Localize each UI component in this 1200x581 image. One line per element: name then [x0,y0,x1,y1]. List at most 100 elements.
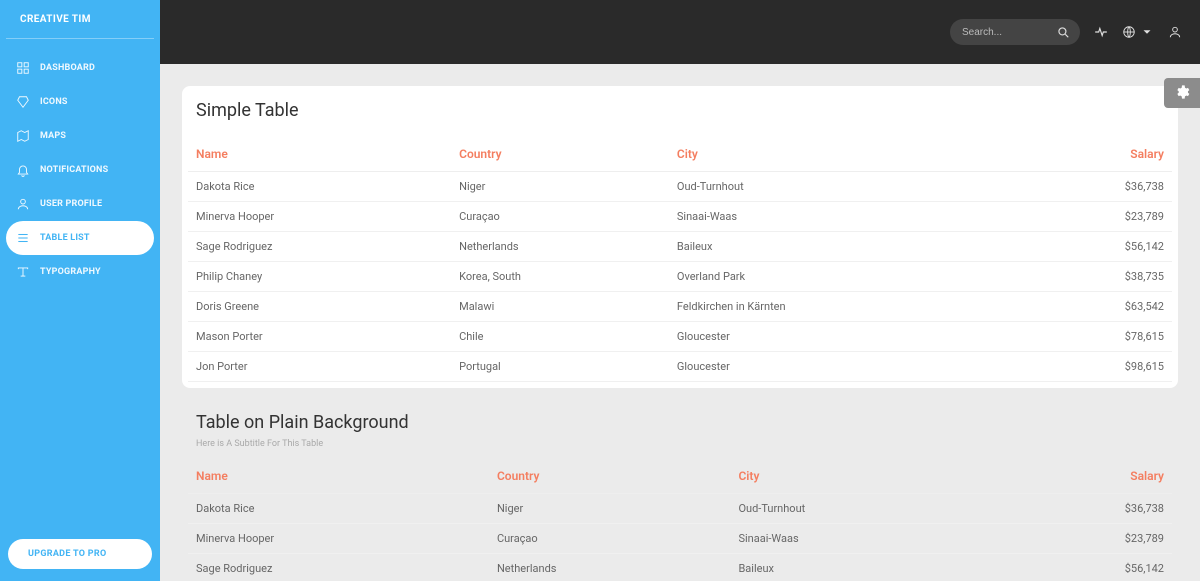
cell-salary: $98,615 [1017,352,1172,382]
cell-country: Curaçao [489,524,731,554]
cell-country: Korea, South [451,262,669,292]
cell-salary: $36,738 [1017,172,1172,202]
cell-country: Niger [489,494,731,524]
search-icon[interactable] [1056,25,1070,39]
sidebar-item-label: USER PROFILE [40,199,102,209]
search-group[interactable] [950,19,1080,45]
card-title: Table on Plain Background [188,412,1172,439]
sidebar: CREATIVE TIM DASHBOARD ICONS MAPS [0,0,160,581]
plain-table-card: Table on Plain Background Here is A Subt… [182,412,1178,581]
sidebar-item-label: ICONS [40,97,68,107]
table-row: Mason PorterChileGloucester$78,615 [188,322,1172,352]
sidebar-item-maps[interactable]: MAPS [6,119,154,153]
content: Simple Table Name Country City Salary Da… [160,64,1200,581]
gear-icon [1174,84,1190,103]
cell-salary: $36,738 [995,494,1172,524]
cell-city: Feldkirchen in Kärnten [669,292,1018,322]
settings-fab[interactable] [1164,78,1200,108]
cell-name: Jon Porter [188,352,451,382]
sidebar-item-label: DASHBOARD [40,63,95,73]
table-row: Sage RodriguezNetherlandsBaileux$56,142 [188,554,1172,581]
activity-icon[interactable] [1094,25,1108,39]
cell-name: Doris Greene [188,292,451,322]
cell-city: Baileux [730,554,995,581]
cell-salary: $23,789 [1017,202,1172,232]
cell-salary: $56,142 [1017,232,1172,262]
account-icon[interactable] [1168,25,1182,39]
cell-country: Netherlands [489,554,731,581]
cell-city: Oud-Turnhout [669,172,1018,202]
cell-salary: $38,735 [1017,262,1172,292]
sidebar-item-notifications[interactable]: NOTIFICATIONS [6,153,154,187]
sidebar-nav: DASHBOARD ICONS MAPS NOTIFICATIONS [6,51,154,289]
cell-city: Gloucester [669,322,1018,352]
cell-city: Overland Park [669,262,1018,292]
cell-country: Malawi [451,292,669,322]
col-country: Country [451,137,669,172]
sidebar-item-label: TABLE LIST [40,233,90,243]
cell-city: Oud-Turnhout [730,494,995,524]
cell-name: Sage Rodriguez [188,554,489,581]
cell-salary: $63,542 [1017,292,1172,322]
table-row: Sage RodriguezNetherlandsBaileux$56,142 [188,232,1172,262]
cell-name: Dakota Rice [188,494,489,524]
sidebar-item-icons[interactable]: ICONS [6,85,154,119]
cell-country: Chile [451,322,669,352]
sidebar-item-user-profile[interactable]: USER PROFILE [6,187,154,221]
sidebar-item-typography[interactable]: TYPOGRAPHY [6,255,154,289]
plain-table: Name Country City Salary Dakota RiceNige… [188,459,1172,581]
sidebar-item-dashboard[interactable]: DASHBOARD [6,51,154,85]
table-row: Doris GreeneMalawiFeldkirchen in Kärnten… [188,292,1172,322]
diamond-icon [16,95,30,109]
cell-country: Niger [451,172,669,202]
cell-salary: $23,789 [995,524,1172,554]
cell-city: Gloucester [669,352,1018,382]
cell-city: Baileux [669,232,1018,262]
table-row: Jon PorterPortugalGloucester$98,615 [188,352,1172,382]
upgrade-button[interactable]: UPGRADE TO PRO [8,539,152,569]
bell-icon [16,163,30,177]
cell-name: Dakota Rice [188,172,451,202]
table-row: Dakota RiceNigerOud-Turnhout$36,738 [188,494,1172,524]
col-salary: Salary [1017,137,1172,172]
cell-salary: $56,142 [995,554,1172,581]
col-city: City [669,137,1018,172]
col-country: Country [489,459,731,494]
topbar [160,0,1200,64]
search-input[interactable] [962,27,1056,38]
cell-country: Portugal [451,352,669,382]
table-row: Dakota RiceNigerOud-Turnhout$36,738 [188,172,1172,202]
sidebar-item-table-list[interactable]: TABLE LIST [6,221,154,255]
main: Simple Table Name Country City Salary Da… [160,0,1200,581]
table-row: Minerva HooperCuraçaoSinaai-Waas$23,789 [188,202,1172,232]
cell-name: Minerva Hooper [188,524,489,554]
simple-table: Name Country City Salary Dakota RiceNige… [188,137,1172,382]
cell-city: Sinaai-Waas [730,524,995,554]
cell-country: Netherlands [451,232,669,262]
dashboard-icon [16,61,30,75]
upgrade-label: UPGRADE TO PRO [28,549,106,559]
card-title: Simple Table [188,100,1172,127]
chevron-down-icon [1140,25,1154,39]
sidebar-item-label: NOTIFICATIONS [40,165,108,175]
sidebar-item-label: TYPOGRAPHY [40,267,101,277]
list-icon [16,231,30,245]
globe-dropdown[interactable] [1122,25,1154,39]
col-name: Name [188,137,451,172]
col-salary: Salary [995,459,1172,494]
col-name: Name [188,459,489,494]
cell-name: Minerva Hooper [188,202,451,232]
cell-name: Sage Rodriguez [188,232,451,262]
type-icon [16,265,30,279]
sidebar-item-label: MAPS [40,131,66,141]
brand-name: CREATIVE TIM [20,14,91,25]
map-icon [16,129,30,143]
cell-country: Curaçao [451,202,669,232]
brand[interactable]: CREATIVE TIM [6,10,154,39]
cell-salary: $78,615 [1017,322,1172,352]
table-row: Minerva HooperCuraçaoSinaai-Waas$23,789 [188,524,1172,554]
cell-name: Philip Chaney [188,262,451,292]
card-subtitle: Here is A Subtitle For This Table [188,439,1172,449]
cell-city: Sinaai-Waas [669,202,1018,232]
table-row: Philip ChaneyKorea, SouthOverland Park$3… [188,262,1172,292]
